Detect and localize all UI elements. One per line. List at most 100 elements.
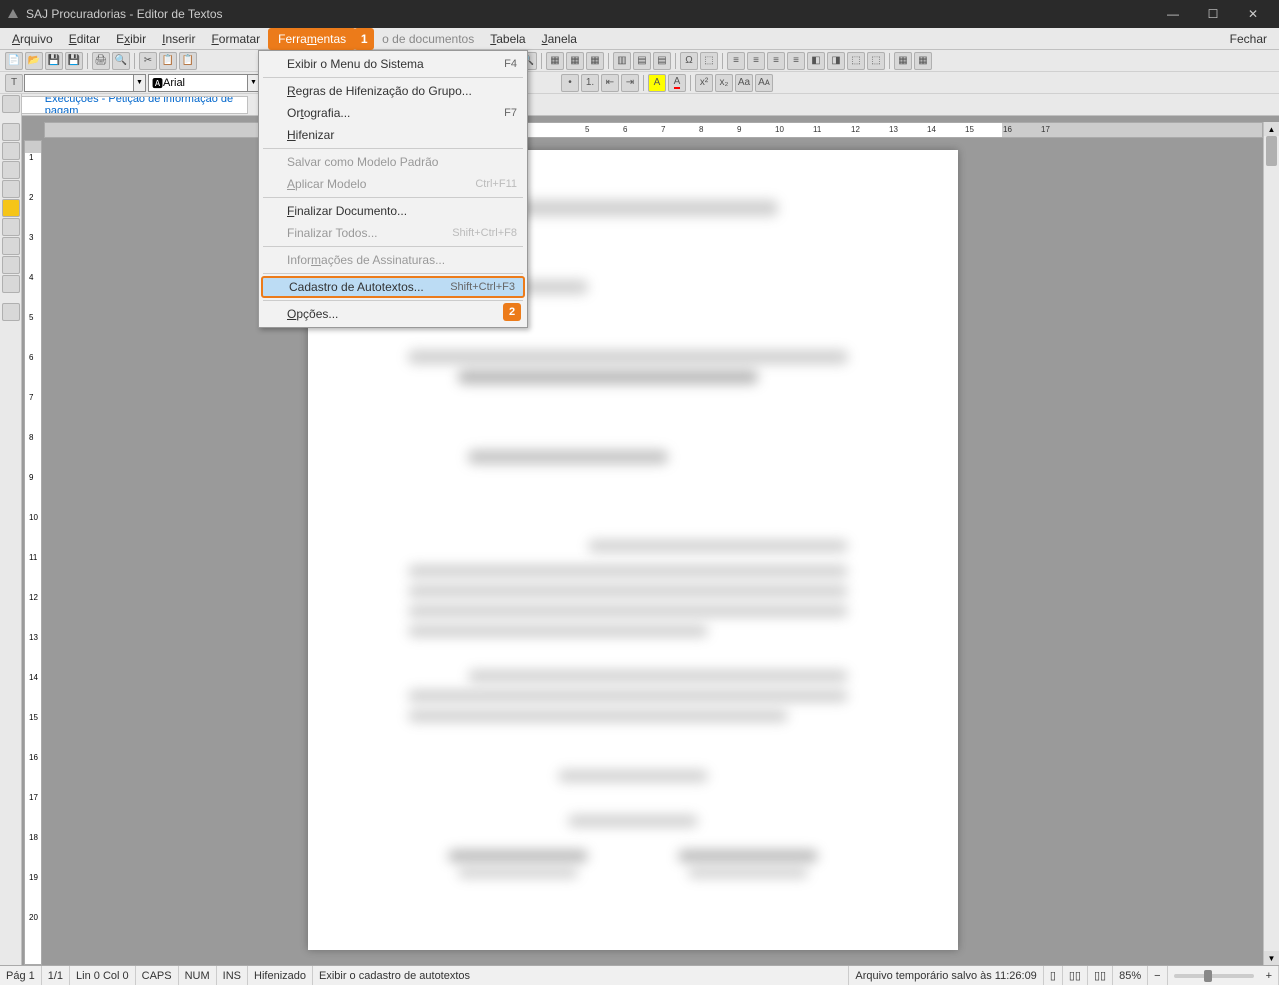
- vtool-link-icon[interactable]: [2, 237, 20, 255]
- menu-janela[interactable]: Janela: [534, 30, 585, 48]
- callout-1: 1: [354, 28, 374, 50]
- nowrap-icon[interactable]: ⬚: [867, 52, 885, 70]
- maximize-button[interactable]: ☐: [1193, 0, 1233, 28]
- scroll-down-icon[interactable]: ▼: [1264, 951, 1279, 965]
- copy-icon[interactable]: 📋: [159, 52, 177, 70]
- borders-icon[interactable]: ▦: [586, 52, 604, 70]
- new-doc-icon[interactable]: 📄: [5, 52, 23, 70]
- superscript-icon[interactable]: x²: [695, 74, 713, 92]
- image-left-icon[interactable]: ◧: [807, 52, 825, 70]
- save-all-icon[interactable]: 💾: [65, 52, 83, 70]
- align-center-icon[interactable]: ≡: [747, 52, 765, 70]
- vtool-stack-icon[interactable]: [2, 275, 20, 293]
- vtool-list-icon[interactable]: [2, 161, 20, 179]
- close-button[interactable]: ✕: [1233, 0, 1273, 28]
- menu-editar[interactable]: Editar: [61, 30, 108, 48]
- menu-exibir[interactable]: Exibir: [108, 30, 154, 48]
- font-combo[interactable]: 🅰 Arial: [148, 74, 248, 92]
- menu-ferramentas[interactable]: Ferramentas: [268, 28, 356, 50]
- menu-ortografia[interactable]: Ortografia... F7: [259, 102, 527, 124]
- wrap-icon[interactable]: ⬚: [847, 52, 865, 70]
- vtool-highlight-icon[interactable]: [2, 199, 20, 217]
- indent-dec-icon[interactable]: ⇤: [601, 74, 619, 92]
- separator: [87, 53, 88, 69]
- menu-item-label: Aplicar Modelo: [287, 177, 366, 191]
- status-ins[interactable]: INS: [217, 966, 248, 985]
- special-char-icon[interactable]: Ω: [680, 52, 698, 70]
- paste-icon[interactable]: 📋: [179, 52, 197, 70]
- open-icon[interactable]: 📂: [25, 52, 43, 70]
- breadcrumb-path[interactable]: Execuções - Petição de informação de pag…: [18, 96, 248, 114]
- menu-tabela[interactable]: Tabela: [482, 30, 533, 48]
- image-right-icon[interactable]: ◨: [827, 52, 845, 70]
- subscript-icon[interactable]: x₂: [715, 74, 733, 92]
- align-left-icon[interactable]: ≡: [727, 52, 745, 70]
- app-icon: [6, 7, 20, 21]
- vtool-page-icon[interactable]: [2, 123, 20, 141]
- zoom-out-button[interactable]: −: [1148, 966, 1167, 985]
- menu-documentos[interactable]: o de documentos: [374, 30, 482, 48]
- vtool-doc-icon[interactable]: [2, 142, 20, 160]
- separator: [690, 75, 691, 91]
- menu-formatar[interactable]: Formatar: [203, 30, 268, 48]
- align-justify-icon[interactable]: ≡: [787, 52, 805, 70]
- vtool-bookmark-icon[interactable]: [2, 303, 20, 321]
- vtool-paste-icon[interactable]: [2, 218, 20, 236]
- uppercase-icon[interactable]: Aa: [735, 74, 753, 92]
- menu-cadastro-autotextos[interactable]: Cadastro de Autotextos... Shift+Ctrl+F3: [261, 276, 525, 298]
- status-page[interactable]: Pág 1: [0, 966, 42, 985]
- footer-icon[interactable]: ▤: [653, 52, 671, 70]
- menu-exibir-menu-sistema[interactable]: Exibir o Menu do Sistema F4: [259, 53, 527, 75]
- menu-item-label: Regras de Hifenização do Grupo...: [287, 84, 472, 98]
- table-delete-icon[interactable]: ▦: [914, 52, 932, 70]
- smallcaps-icon[interactable]: Aᴀ: [755, 74, 773, 92]
- scrollbar-thumb[interactable]: [1266, 136, 1277, 166]
- print-icon[interactable]: 🖨: [92, 52, 110, 70]
- highlight-icon[interactable]: A: [648, 74, 666, 92]
- field-icon[interactable]: ⬚: [700, 52, 718, 70]
- menu-regras-hifenizacao[interactable]: Regras de Hifenização do Grupo...: [259, 80, 527, 102]
- ruler-number: 4: [29, 273, 33, 282]
- indent-inc-icon[interactable]: ⇥: [621, 74, 639, 92]
- columns-icon[interactable]: ▥: [613, 52, 631, 70]
- print-preview-icon[interactable]: 🔍: [112, 52, 130, 70]
- vtool-grid-icon[interactable]: [2, 180, 20, 198]
- zoom-handle[interactable]: [1204, 970, 1212, 982]
- grid-icon[interactable]: ▦: [566, 52, 584, 70]
- zoom-in-button[interactable]: +: [1260, 966, 1279, 985]
- bullets-icon[interactable]: •: [561, 74, 579, 92]
- menu-opcoes[interactable]: Opções...: [259, 303, 527, 325]
- menu-fechar[interactable]: Fechar: [1222, 30, 1275, 48]
- zoom-slider[interactable]: [1174, 974, 1254, 978]
- horizontal-ruler[interactable]: 567891011121314151617: [44, 122, 1263, 138]
- ruler-number: 11: [29, 553, 37, 562]
- document-area: [44, 140, 1263, 965]
- ruler-number: 11: [813, 125, 821, 134]
- vtool-sign-icon[interactable]: [2, 256, 20, 274]
- save-icon[interactable]: 💾: [45, 52, 63, 70]
- vertical-scrollbar[interactable]: ▲ ▼: [1263, 122, 1279, 965]
- minimize-button[interactable]: —: [1153, 0, 1193, 28]
- status-zoom[interactable]: 85%: [1113, 966, 1148, 985]
- table-icon[interactable]: ▦: [546, 52, 564, 70]
- menu-hifenizar[interactable]: Hifenizar: [259, 124, 527, 146]
- scroll-up-icon[interactable]: ▲: [1264, 122, 1279, 136]
- table-insert-icon[interactable]: ▦: [894, 52, 912, 70]
- view-multi-icon[interactable]: ▯▯: [1063, 966, 1088, 985]
- style-dropdown-icon[interactable]: ▼: [134, 74, 146, 92]
- vertical-ruler[interactable]: 1234567891011121314151617181920: [24, 140, 42, 965]
- align-right-icon[interactable]: ≡: [767, 52, 785, 70]
- menu-inserir[interactable]: Inserir: [154, 30, 203, 48]
- font-color-icon[interactable]: A: [668, 74, 686, 92]
- view-book-icon[interactable]: ▯▯: [1088, 966, 1113, 985]
- style-combo[interactable]: [24, 74, 134, 92]
- header-icon[interactable]: ▤: [633, 52, 651, 70]
- menu-arquivo[interactable]: Arquivo: [4, 30, 61, 48]
- text-style-icon[interactable]: T: [5, 74, 23, 92]
- menu-aplicar-modelo: Aplicar Modelo Ctrl+F11: [259, 173, 527, 195]
- menu-finalizar-documento[interactable]: Finalizar Documento...: [259, 200, 527, 222]
- view-single-icon[interactable]: ▯: [1044, 966, 1063, 985]
- cut-icon[interactable]: ✂: [139, 52, 157, 70]
- numbering-icon[interactable]: 1.: [581, 74, 599, 92]
- vtool-tab-icon[interactable]: [2, 95, 20, 113]
